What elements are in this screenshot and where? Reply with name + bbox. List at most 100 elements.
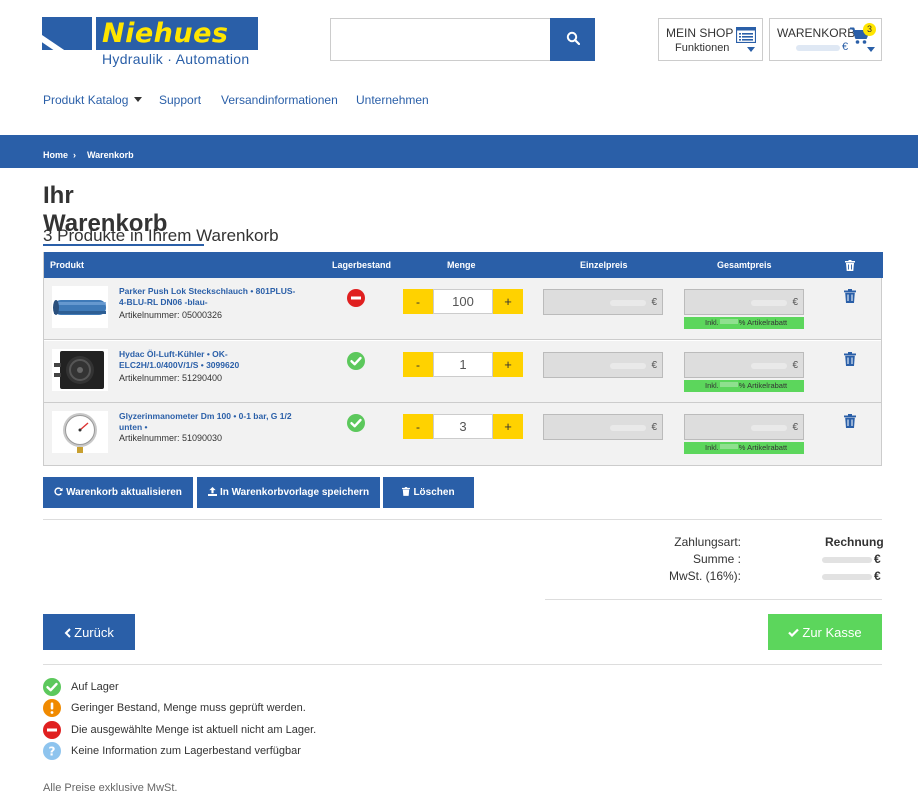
product-name-link[interactable]: Parker Push Lok Steckschlauch • 801PLUS-… [119, 286, 299, 308]
divider [43, 519, 882, 520]
unit-price-field: € [543, 414, 663, 440]
back-button[interactable]: Zurück [43, 614, 135, 650]
vat-value-redacted [822, 574, 872, 580]
total-price-field: € [684, 414, 804, 440]
nav-support[interactable]: Support [159, 93, 201, 107]
brand-subtitle: Hydraulik · Automation [102, 51, 250, 67]
breadcrumb-separator: › [73, 150, 76, 160]
product-image-hose[interactable] [52, 286, 108, 328]
trash-icon [845, 260, 855, 271]
qty-input[interactable] [433, 414, 493, 439]
refresh-icon [54, 487, 63, 496]
discount-badge: Inkl.% Artikelrabatt [684, 317, 804, 329]
product-name-link[interactable]: Hydac Öl-Luft-Kühler • OK-ELC2H/1.0/400V… [119, 349, 299, 371]
cart-menu[interactable]: WARENKORB € 3 [769, 18, 882, 61]
cart-row: Glyzerinmanometer Dm 100 • 0-1 bar, G 1/… [44, 403, 881, 465]
product-image-gauge[interactable] [52, 411, 108, 453]
qty-input[interactable] [433, 289, 493, 314]
product-image-cooler[interactable] [52, 349, 108, 391]
logo-mark [42, 17, 92, 50]
nav-unternehmen[interactable]: Unternehmen [356, 93, 429, 107]
question-circle-icon: ? [43, 742, 61, 760]
minus-circle-icon [43, 721, 61, 739]
cart-currency: € [842, 41, 849, 53]
cart-row: Hydac Öl-Luft-Kühler • OK-ELC2H/1.0/400V… [44, 341, 881, 403]
search-icon [566, 31, 580, 46]
logo-wordmark: Niehues [96, 17, 258, 50]
sum-value-redacted [822, 557, 872, 563]
checkout-button[interactable]: Zur Kasse [768, 614, 882, 650]
list-icon [736, 27, 756, 43]
svg-text:?: ? [49, 744, 56, 758]
qty-increment-button[interactable]: + [493, 414, 523, 439]
delete-cart-button[interactable]: Löschen [383, 477, 474, 508]
qty-decrement-button[interactable]: - [403, 352, 433, 377]
my-shop-title: MEIN SHOP [666, 26, 734, 40]
trash-icon [402, 487, 411, 496]
delete-row-trash-icon[interactable] [844, 289, 856, 303]
chevron-down-icon [747, 47, 755, 52]
out-of-stock-icon [347, 289, 365, 307]
col-stock: Lagerbestand [332, 260, 392, 270]
delete-row-trash-icon[interactable] [844, 352, 856, 366]
divider [43, 664, 882, 665]
qty-input[interactable] [433, 352, 493, 377]
sum-currency: € [874, 552, 881, 566]
my-shop-subtitle: Funktionen [675, 42, 730, 54]
cart-title: WARENKORB [777, 26, 856, 40]
vat-currency: € [874, 569, 881, 583]
chevron-left-icon [64, 627, 71, 638]
product-article-number: Artikelnummer: 51290400 [119, 373, 223, 383]
exclamation-circle-icon [43, 699, 61, 717]
qty-increment-button[interactable]: + [493, 289, 523, 314]
payment-method-label: Zahlungsart: [674, 535, 741, 549]
cart-row: Parker Push Lok Steckschlauch • 801PLUS-… [44, 278, 881, 340]
caret-down-icon [134, 97, 143, 102]
brand-name: Niehues [102, 18, 229, 49]
my-shop-menu[interactable]: MEIN SHOP Funktionen [658, 18, 763, 61]
breadcrumb-home[interactable]: Home [43, 150, 68, 160]
price-footnote: Alle Preise exklusive MwSt. [43, 782, 178, 794]
total-price-field: € [684, 289, 804, 315]
search-input[interactable] [330, 18, 551, 61]
chevron-down-icon [867, 47, 875, 52]
save-template-button[interactable]: In Warenkorbvorlage speichern [197, 477, 380, 508]
cart-count-heading: 3 Produkte in Ihrem Warenkorb [43, 226, 279, 245]
in-stock-check-icon [347, 352, 365, 370]
col-qty: Menge [447, 260, 476, 270]
discount-badge: Inkl.% Artikelrabatt [684, 380, 804, 392]
nav-produkt-katalog[interactable]: Produkt Katalog [43, 93, 143, 107]
sum-label: Summe : [692, 552, 741, 566]
qty-decrement-button[interactable]: - [403, 289, 433, 314]
col-product: Produkt [50, 260, 85, 270]
qty-decrement-button[interactable]: - [403, 414, 433, 439]
unit-price-field: € [543, 352, 663, 378]
upload-icon [207, 487, 217, 496]
cart-table: Produkt Lagerbestand Menge Einzelpreis G… [43, 252, 883, 466]
delete-row-trash-icon[interactable] [844, 414, 856, 428]
col-unit-price: Einzelpreis [580, 260, 628, 270]
cart-table-header: Produkt Lagerbestand Menge Einzelpreis G… [44, 252, 883, 278]
qty-increment-button[interactable]: + [493, 352, 523, 377]
nav-versandinformationen[interactable]: Versandinformationen [221, 93, 338, 107]
update-cart-button[interactable]: Warenkorb aktualisieren [43, 477, 193, 508]
col-total-price: Gesamtpreis [717, 260, 772, 270]
breadcrumb: Home › Warenkorb [0, 135, 918, 168]
payment-method-value: Rechnung [825, 535, 884, 549]
vat-label: MwSt. (16%): [668, 569, 741, 583]
cart-total-redacted [796, 45, 840, 51]
divider [545, 599, 882, 600]
check-circle-icon [43, 678, 61, 696]
cart-count-badge: 3 [863, 23, 876, 36]
brand-logo[interactable]: Niehues Hydraulik · Automation [42, 17, 258, 67]
in-stock-check-icon [347, 414, 365, 432]
discount-badge: Inkl.% Artikelrabatt [684, 442, 804, 454]
product-article-number: Artikelnummer: 51090030 [119, 433, 223, 443]
unit-price-field: € [543, 289, 663, 315]
product-article-number: Artikelnummer: 05000326 [119, 310, 223, 320]
product-name-link[interactable]: Glyzerinmanometer Dm 100 • 0-1 bar, G 1/… [119, 411, 299, 433]
search-button[interactable] [550, 18, 595, 61]
breadcrumb-current: Warenkorb [87, 150, 134, 160]
total-price-field: € [684, 352, 804, 378]
check-icon [788, 628, 800, 637]
